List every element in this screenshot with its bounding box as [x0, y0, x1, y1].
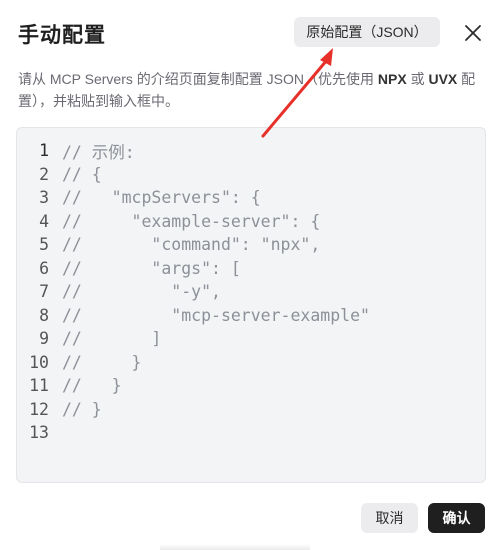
- line-number: 1: [39, 141, 49, 160]
- code-text: // "-y",: [62, 282, 221, 301]
- code-line: 4 // "example-server": {: [17, 210, 320, 233]
- line-number: 7: [39, 282, 49, 301]
- close-button[interactable]: [460, 20, 486, 46]
- line-number: 10: [29, 352, 49, 372]
- background-edge: [160, 544, 310, 550]
- line-number: 3: [39, 188, 49, 207]
- close-icon: [465, 25, 481, 41]
- manual-config-dialog: 手动配置 原始配置（JSON） 请从 MCP Servers 的介绍页面复制配置…: [0, 0, 500, 550]
- raw-config-json-button[interactable]: 原始配置（JSON）: [294, 17, 440, 47]
- code-text: // }: [62, 399, 102, 419]
- code-line: 12 // }: [17, 398, 102, 421]
- line-number: 2: [39, 164, 49, 184]
- line-number: 6: [39, 258, 49, 278]
- code-line: 1 // 示例:: [17, 139, 135, 162]
- json-input-editor[interactable]: 1 // 示例: 2 // { 3 // "mcpServers": { 4 // "e…: [16, 127, 486, 483]
- code-text: // {: [62, 164, 102, 184]
- code-text: // }: [62, 352, 142, 372]
- code-line: 13: [17, 421, 62, 444]
- confirm-button[interactable]: 确认: [428, 503, 485, 533]
- line-number: 4: [39, 211, 49, 231]
- code-text: // "command": "npx",: [62, 235, 321, 254]
- line-number: 12: [29, 399, 49, 419]
- line-number: 9: [39, 329, 49, 348]
- code-text: // "args": [: [62, 258, 241, 278]
- code-line: 2 // {: [17, 163, 102, 186]
- code-text: // "mcp-server-example": [62, 305, 370, 325]
- line-number: 11: [29, 376, 49, 395]
- line-number: 13: [29, 423, 49, 442]
- code-text: // "example-server": {: [62, 211, 321, 231]
- description-uvx: UVX: [428, 71, 458, 87]
- code-line: 10 // }: [17, 351, 141, 374]
- dialog-description: 请从 MCP Servers 的介绍页面复制配置 JSON（优先使用 NPX 或…: [18, 68, 486, 112]
- code-line: 7 // "-y",: [17, 280, 221, 303]
- cancel-button[interactable]: 取消: [361, 503, 418, 533]
- code-line: 5 // "command": "npx",: [17, 233, 320, 256]
- line-number: 5: [39, 235, 49, 254]
- line-number: 8: [39, 305, 49, 325]
- description-or: 或: [406, 71, 429, 87]
- code-text: // ]: [62, 329, 162, 348]
- code-line: 6 // "args": [: [17, 257, 241, 280]
- code-line: 8 // "mcp-server-example": [17, 304, 370, 327]
- code-text: // "mcpServers": {: [62, 188, 261, 207]
- description-npx: NPX: [377, 71, 407, 87]
- code-text: // 示例:: [62, 142, 135, 162]
- code-line: 11 // }: [17, 374, 122, 397]
- dialog-title: 手动配置: [18, 24, 106, 47]
- code-text: // }: [62, 376, 122, 395]
- description-text-1: 请从 MCP Servers 的介绍页面复制配置 JSON（优先使用: [18, 71, 378, 87]
- code-line: 9 // ]: [17, 327, 161, 350]
- code-line: 3 // "mcpServers": {: [17, 186, 261, 209]
